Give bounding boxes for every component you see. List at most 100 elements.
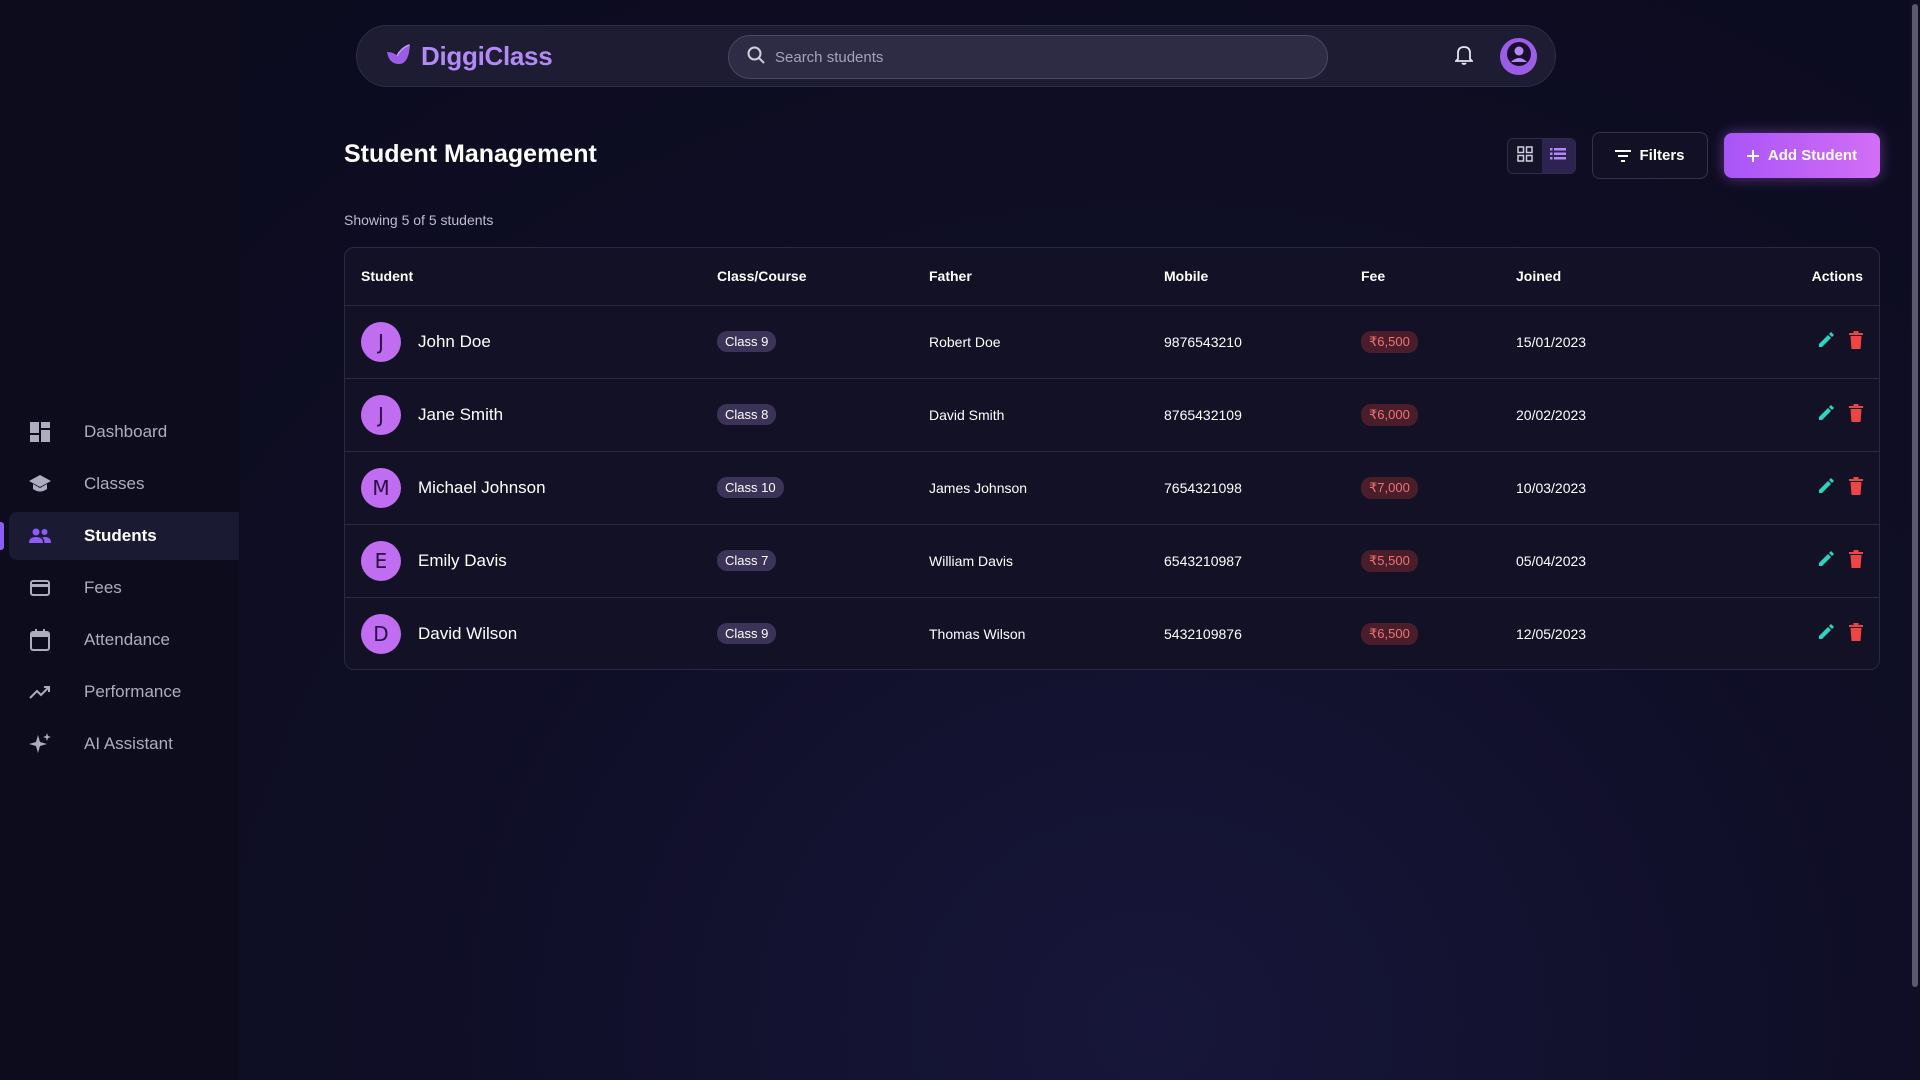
app-name: DiggiClass [421, 40, 553, 71]
father-name: Thomas Wilson [929, 625, 1026, 642]
table-header-row: Student Class/Course Father Mobile Fee J… [345, 248, 1879, 306]
student-avatar: J [361, 394, 401, 435]
sidebar-item-attendance[interactable]: Attendance [0, 616, 239, 664]
student-cell: E Emily Davis [361, 540, 701, 581]
joined-date: 05/04/2023 [1500, 524, 1730, 598]
column-header-joined[interactable]: Joined [1500, 248, 1730, 306]
column-header-mobile[interactable]: Mobile [1148, 248, 1345, 306]
sidebar-item-fees[interactable]: Fees [0, 564, 239, 612]
joined-date: 20/02/2023 [1500, 378, 1730, 452]
sidebar-item-label: Fees [84, 578, 122, 597]
sidebar-item-performance[interactable]: Performance [0, 668, 239, 716]
joined-date: 10/03/2023 [1500, 451, 1730, 525]
student-name[interactable]: Michael Johnson [418, 478, 546, 498]
search-icon [747, 46, 765, 69]
calendar-icon [28, 628, 52, 652]
add-student-button[interactable]: Add Student [1724, 133, 1880, 178]
logo-icon [385, 42, 411, 71]
fee-badge: ₹7,000 [1361, 476, 1418, 499]
scrollbar-thumb[interactable] [1912, 4, 1918, 987]
table-row[interactable]: J John Doe Class 9 Robert Doe 9876543210 … [345, 305, 1879, 379]
edit-icon[interactable] [1817, 477, 1835, 495]
list-icon [1550, 147, 1567, 166]
user-avatar[interactable] [1500, 38, 1537, 75]
delete-icon[interactable] [1849, 331, 1863, 349]
father-name: James Johnson [913, 451, 1148, 525]
sidebar: Dashboard Classes Students Fees Attendan… [0, 0, 239, 1080]
graduation-cap-icon [28, 472, 52, 496]
joined-date: 15/01/2023 [1500, 305, 1730, 379]
sidebar-item-ai-assistant[interactable]: AI Assistant [0, 720, 239, 768]
delete-icon[interactable] [1849, 550, 1863, 568]
bell-icon[interactable] [1453, 45, 1475, 70]
table-row[interactable]: J Jane Smith Class 8 David Smith 87654321… [345, 378, 1879, 452]
mobile-number: 8765432109 [1148, 378, 1345, 452]
column-header-class[interactable]: Class/Course [701, 248, 913, 306]
student-cell: J Jane Smith [361, 394, 701, 435]
delete-icon[interactable] [1849, 404, 1863, 422]
filters-button[interactable]: Filters [1592, 132, 1708, 179]
table-row[interactable]: E Emily Davis Class 7 William Davis 65432… [345, 524, 1879, 598]
father-name: William Davis [913, 524, 1148, 598]
edit-icon[interactable] [1817, 623, 1835, 641]
class-badge: Class 10 [717, 477, 784, 498]
fee-badge: ₹5,500 [1361, 549, 1418, 572]
edit-icon[interactable] [1817, 404, 1835, 422]
sidebar-item-students[interactable]: Students [0, 512, 239, 560]
sidebar-item-label: AI Assistant [84, 734, 173, 753]
page-title: Student Management [344, 140, 597, 168]
father-name: Robert Doe [913, 305, 1148, 379]
delete-icon[interactable] [1849, 623, 1863, 642]
student-avatar: D [361, 613, 401, 654]
list-view-button[interactable] [1541, 139, 1575, 173]
account-circle-icon [1506, 41, 1532, 72]
column-header-student[interactable]: Student [345, 248, 701, 306]
delete-icon[interactable] [1849, 477, 1863, 495]
sparkles-icon [28, 732, 52, 756]
app-logo[interactable]: DiggiClass [385, 40, 553, 72]
search-bar[interactable] [728, 35, 1328, 79]
class-badge: Class 9 [717, 331, 777, 352]
grid-view-button[interactable] [1508, 139, 1542, 173]
class-badge: Class 7 [717, 550, 777, 571]
students-table: Student Class/Course Father Mobile Fee J… [344, 247, 1880, 670]
sidebar-item-label: Performance [84, 682, 182, 701]
fee-badge: ₹6,500 [1361, 330, 1418, 353]
table-row[interactable]: D David Wilson Class 9 Thomas Wilson 5432… [345, 597, 1879, 669]
student-name[interactable]: Emily Davis [418, 551, 507, 571]
grid-icon [1517, 145, 1533, 167]
column-header-father[interactable]: Father [913, 248, 1148, 306]
top-bar: DiggiClass [356, 25, 1556, 87]
sidebar-item-classes[interactable]: Classes [0, 460, 239, 508]
trending-up-icon [28, 680, 52, 704]
view-toggle [1507, 138, 1576, 174]
class-badge: Class 9 [717, 623, 777, 645]
page-scrollbar[interactable] [1910, 0, 1920, 1080]
student-cell: J John Doe [361, 321, 701, 362]
plus-icon [1746, 149, 1759, 162]
credit-card-icon [28, 576, 52, 600]
search-input[interactable] [775, 48, 1295, 66]
mobile-number: 7654321098 [1148, 451, 1345, 525]
edit-icon[interactable] [1817, 550, 1835, 568]
column-header-fee[interactable]: Fee [1345, 248, 1500, 306]
sidebar-nav: Dashboard Classes Students Fees Attendan… [0, 408, 239, 772]
student-name[interactable]: John Doe [418, 332, 491, 352]
add-student-label: Add Student [1767, 147, 1858, 164]
mobile-number: 6543210987 [1148, 524, 1345, 598]
fee-badge: ₹6,500 [1361, 622, 1418, 645]
fee-badge: ₹6,000 [1361, 403, 1418, 426]
sidebar-item-dashboard[interactable]: Dashboard [0, 408, 239, 456]
column-header-actions: Actions [1730, 248, 1879, 306]
student-name[interactable]: David Wilson [418, 624, 517, 644]
filter-icon [1615, 149, 1632, 162]
mobile-number: 9876543210 [1148, 305, 1345, 379]
student-name[interactable]: Jane Smith [418, 405, 503, 425]
father-name: David Smith [913, 378, 1148, 452]
student-avatar: E [361, 540, 401, 581]
sidebar-item-label: Students [84, 526, 157, 545]
edit-icon[interactable] [1817, 331, 1835, 349]
sidebar-item-label: Attendance [84, 630, 171, 649]
joined-date: 12/05/2023 [1516, 625, 1587, 642]
table-row[interactable]: M Michael Johnson Class 10 James Johnson … [345, 451, 1879, 525]
